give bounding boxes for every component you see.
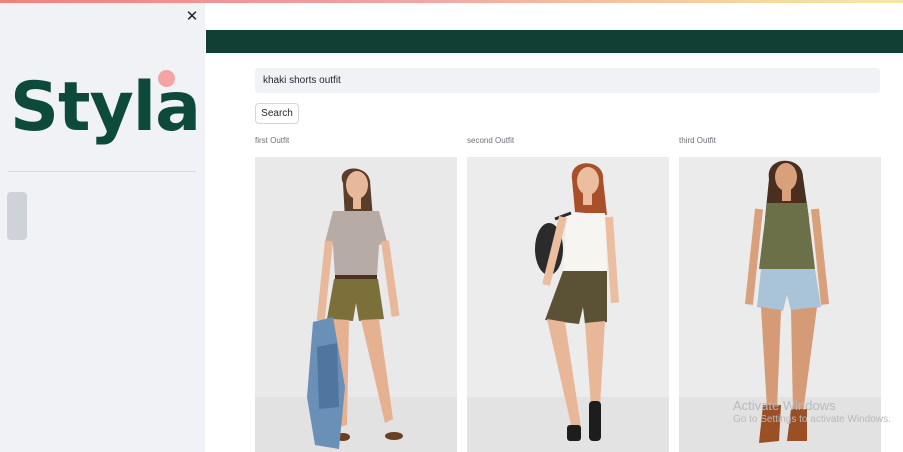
outfit-caption-3: third Outfit <box>679 136 716 145</box>
outfit-image-2[interactable] <box>467 157 669 452</box>
close-icon: ✕ <box>185 8 199 25</box>
logo: Styla <box>10 62 201 154</box>
search-input[interactable] <box>255 68 880 93</box>
outfit-caption-1: first Outfit <box>255 136 290 145</box>
logo-dot <box>158 70 175 87</box>
watermark-subtitle: Go to Settings to activate Windows. <box>733 414 891 426</box>
close-sidebar-button[interactable]: ✕ <box>184 8 200 26</box>
watermark-title: Activate Windows <box>733 398 836 413</box>
outfit-image-1[interactable] <box>255 157 457 452</box>
windows-activation-watermark: Activate Windows Go to Settings to activ… <box>733 398 891 427</box>
top-accent-bar <box>0 0 903 3</box>
header-band <box>206 30 903 53</box>
sidebar: ✕ Styla <box>0 0 205 452</box>
sidebar-divider <box>8 171 196 172</box>
outfit-caption-2: second Outfit <box>467 136 515 145</box>
sidebar-collapse-handle[interactable] <box>7 192 27 240</box>
search-button[interactable]: Search <box>255 103 299 124</box>
